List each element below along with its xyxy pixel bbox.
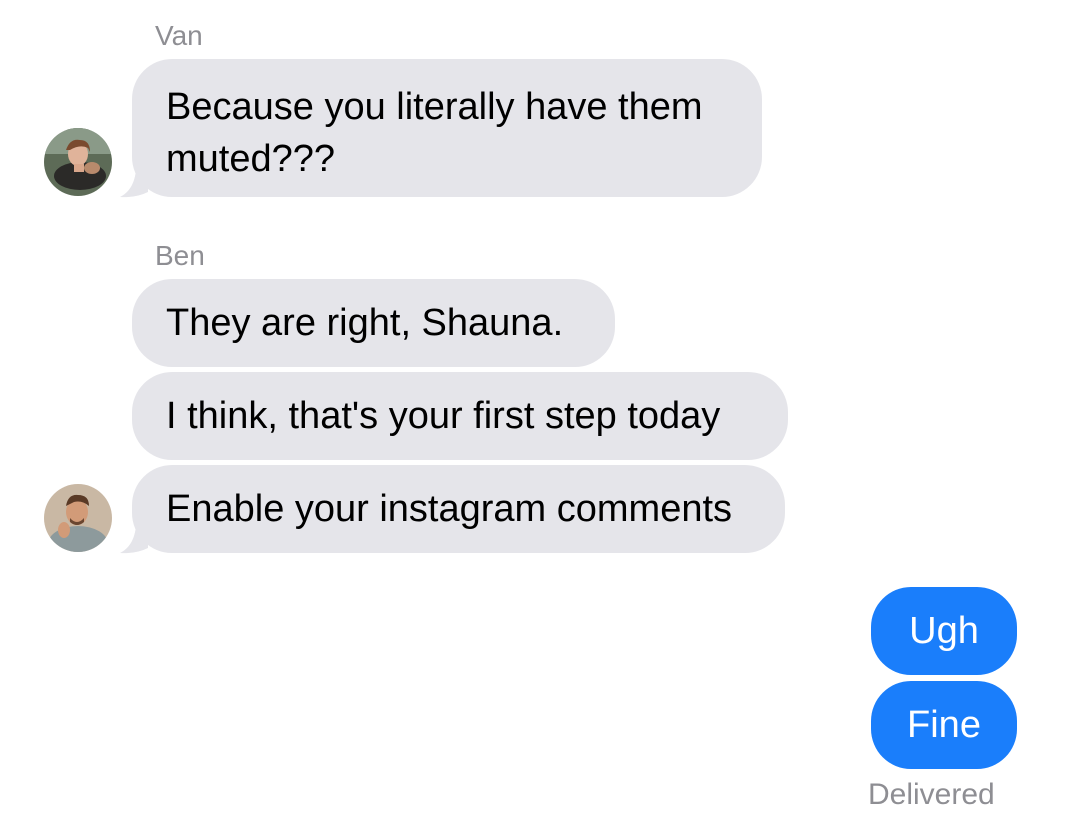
message-thread: Van Because you literally have them mute… bbox=[0, 0, 1080, 837]
delivery-status: Delivered bbox=[868, 778, 995, 811]
sender-name-van: Van bbox=[155, 20, 203, 51]
sender-name-ben: Ben bbox=[155, 240, 205, 271]
message-text: Ugh bbox=[909, 610, 979, 652]
ben-avatar-photo-icon bbox=[44, 484, 112, 552]
message-text: They are right, Shauna. bbox=[166, 302, 564, 344]
message-bubble-incoming[interactable]: They are right, Shauna. bbox=[132, 279, 615, 367]
message-text: Enable your instagram comments bbox=[166, 488, 733, 530]
message-bubble-incoming[interactable]: Enable your instagram comments bbox=[132, 465, 785, 553]
message-bubble-outgoing[interactable]: Ugh bbox=[871, 587, 1017, 675]
avatar-ben[interactable] bbox=[44, 484, 112, 552]
van-avatar-photo-icon bbox=[44, 128, 112, 196]
message-text: Fine bbox=[907, 704, 981, 746]
message-text: I think, that's your first step today bbox=[166, 395, 721, 437]
bubble-tail-icon bbox=[120, 170, 148, 198]
bubble-tail-icon bbox=[120, 526, 148, 554]
message-bubble-incoming[interactable]: Because you literally have them muted??? bbox=[132, 59, 762, 197]
message-bubble-outgoing[interactable]: Fine bbox=[871, 681, 1017, 769]
message-bubble-incoming[interactable]: I think, that's your first step today bbox=[132, 372, 788, 460]
avatar-van[interactable] bbox=[44, 128, 112, 196]
message-text: Because you literally have them muted??? bbox=[166, 86, 703, 180]
